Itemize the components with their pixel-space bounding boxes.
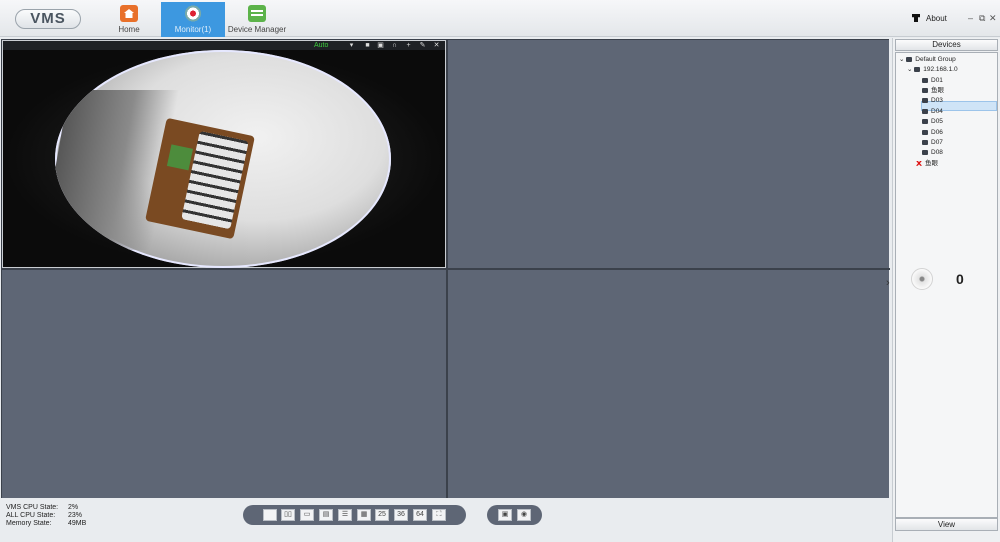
offline-device-label: 鱼眼 [925,160,938,167]
layout-toolbar: ▯▯ ▭ ▤ ☰ ▦ 25 36 64 ⛶ [243,505,466,525]
video-pane-toolbar: Auto ▾ ■ ▣ ∩ + ✎ ✕ [3,41,445,50]
home-icon [120,5,138,22]
audio-icon[interactable]: ∩ [391,42,398,49]
channel-label: D01 [931,77,943,84]
ptz-icon[interactable]: + [405,42,412,49]
tree-host-row[interactable]: ⌄ 192.168.1.0 [907,65,958,74]
camera-icon [922,108,928,114]
camera-icon [922,97,928,103]
channel-label: D05 [931,118,943,125]
nav-device-manager-label: Device Manager [227,25,287,34]
camera-icon [922,77,928,83]
channel-label: D04 [931,108,943,115]
tree-channel-row[interactable]: D05 [922,117,943,126]
fullscreen-icon[interactable]: ⛶ [432,509,446,521]
nav-monitor-label: Monitor(1) [174,25,212,34]
devices-tab[interactable]: Devices [895,39,998,51]
channel-label: 鱼眼 [931,87,944,94]
all-cpu-label: ALL CPU State: [6,512,56,519]
app-logo: VMS [15,9,81,29]
nav-monitor[interactable]: Monitor(1) [161,2,225,37]
camera-icon [922,129,928,135]
minimize-button[interactable]: – [968,13,973,23]
tree-channel-row[interactable]: D04 [922,107,943,116]
nav-device-manager[interactable]: Device Manager [226,2,288,37]
channel-label: D06 [931,129,943,136]
group-label: Default Group [915,56,956,63]
about-button[interactable]: About [926,14,947,23]
record-icon[interactable]: ■ [364,42,371,49]
video-pane-2[interactable] [448,40,889,268]
tree-channel-row[interactable]: D03 [922,96,943,105]
dropdown-icon[interactable]: ▾ [348,42,355,49]
tree-channel-row[interactable]: D01 [922,76,943,85]
layout-36-button[interactable]: 36 [394,509,408,521]
ptz-dial-icon[interactable] [911,268,933,290]
nvr-icon [914,66,921,72]
shirt-icon [912,14,920,22]
layout-6-button[interactable]: ▭ [300,509,314,521]
tree-channel-row[interactable]: D07 [922,138,943,147]
layout-8-button[interactable]: ▤ [319,509,333,521]
video-pane-3[interactable] [2,270,446,498]
fisheye-video [55,50,391,268]
display-mode-label[interactable]: Auto [314,41,328,50]
host-label: 192.168.1.0 [923,66,958,73]
capture-icon[interactable]: ◉ [517,509,531,521]
chevron-down-icon: ⌄ [907,66,913,73]
vms-cpu-value: 2% [68,504,79,511]
layout-9-button[interactable]: ☰ [338,509,352,521]
tree-channel-row[interactable]: D08 [922,148,943,157]
tree-channel-row[interactable]: D06 [922,128,943,137]
channel-label: D08 [931,149,943,156]
layout-25-button[interactable]: 25 [375,509,389,521]
camera-icon [922,139,928,145]
nav-home[interactable]: Home [109,2,149,37]
chevron-down-icon: ⌄ [899,56,905,63]
layout-16-button[interactable]: ▦ [357,509,371,521]
channel-label: D03 [931,97,943,104]
tree-offline-device-row[interactable]: 鱼眼 [916,159,938,168]
view-tab[interactable]: View [895,518,998,531]
group-icon [906,56,913,62]
playback-toolbar: ▣ ◉ [487,505,542,525]
camera-icon [922,149,928,155]
video-pane-1[interactable]: Auto ▾ ■ ▣ ∩ + ✎ ✕ [2,40,446,268]
top-bar: VMS Home Monitor(1) Device Manager About… [0,0,1000,37]
memory-value: 49MB [68,520,87,527]
video-grid: Auto ▾ ■ ▣ ∩ + ✎ ✕ [1,39,890,498]
device-manager-icon [248,5,266,22]
offline-icon [916,160,922,166]
layout-4-button[interactable]: ▯▯ [281,509,295,521]
camera-icon [922,118,928,124]
close-icon[interactable]: ✕ [433,42,440,49]
camera-icon [184,5,202,22]
vms-cpu-label: VMS CPU State: [6,504,59,511]
tree-channel-row[interactable]: 鱼眼 [922,86,944,95]
memory-label: Memory State: [6,520,52,527]
snapshot-icon[interactable]: ▣ [377,42,384,49]
devices-panel: Devices ⌄ Default Group ⌄ 192.168.1.0 D0… [892,38,1000,542]
tree-group-row[interactable]: ⌄ Default Group [899,55,956,64]
layout-64-button[interactable]: 64 [413,509,427,521]
close-button[interactable]: ✕ [989,13,997,24]
ptz-count: 0 [956,271,964,287]
video-pane-4[interactable] [448,270,889,498]
camera-icon [922,87,928,93]
device-tree: ⌄ Default Group ⌄ 192.168.1.0 D01 鱼眼 D03… [895,52,998,518]
all-cpu-value: 23% [68,512,83,519]
panel-collapse-icon[interactable]: › [886,277,890,289]
layout-1-button[interactable] [263,509,277,521]
restore-button[interactable]: ⧉ [979,13,985,24]
pane-divider-horizontal [2,268,890,270]
settings-icon[interactable]: ✎ [419,42,426,49]
nav-home-label: Home [118,25,140,34]
channel-label: D07 [931,139,943,146]
save-icon[interactable]: ▣ [498,509,512,521]
